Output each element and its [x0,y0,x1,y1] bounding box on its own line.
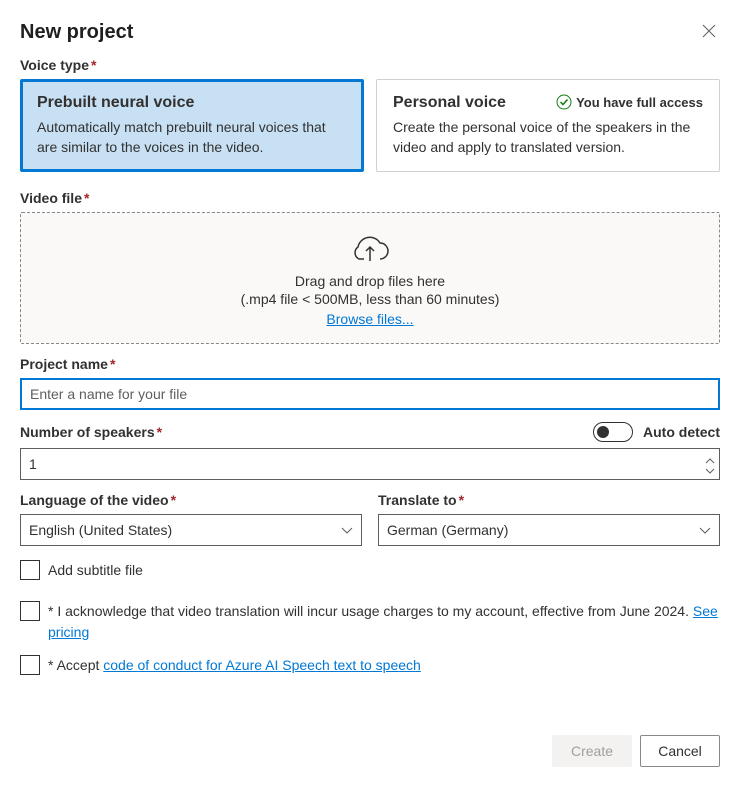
dropzone-subtext: (.mp4 file < 500MB, less than 60 minutes… [31,291,709,307]
project-name-section: Project name* [20,356,720,410]
required-marker: * [91,57,96,73]
close-icon [702,24,716,41]
toggle-knob [597,426,609,438]
translate-to-select[interactable]: German (Germany) [378,514,720,546]
dialog-header: New project [20,20,720,45]
code-of-conduct-link[interactable]: code of conduct for Azure AI Speech text… [103,657,421,673]
chevron-down-icon [705,462,715,477]
chevron-down-icon [341,522,353,538]
auto-detect-group: Auto detect [593,422,720,442]
required-marker: * [157,424,162,440]
subtitle-checkbox-row: Add subtitle file [20,560,720,581]
stepper-down-button[interactable] [705,464,715,474]
dialog-footer: Create Cancel [552,735,720,767]
required-marker: * [171,492,176,508]
acknowledge-checkbox-row: * I acknowledge that video translation w… [20,601,720,643]
cloud-upload-icon [31,233,709,265]
cancel-button[interactable]: Cancel [640,735,720,767]
accept-checkbox-label: * Accept code of conduct for Azure AI Sp… [48,655,421,676]
create-button[interactable]: Create [552,735,632,767]
acknowledge-checkbox-label: * I acknowledge that video translation w… [48,601,720,643]
translate-to-section: Translate to* German (Germany) [378,492,720,546]
language-of-video-value: English (United States) [29,522,172,538]
checkmark-circle-icon [556,94,572,110]
spinner-buttons [705,454,715,474]
language-of-video-select[interactable]: English (United States) [20,514,362,546]
browse-files-link[interactable]: Browse files... [326,311,413,327]
voice-card-prebuilt-title: Prebuilt neural voice [37,94,347,112]
voice-card-personal[interactable]: Personal voice You have full access Crea… [376,79,720,172]
access-badge: You have full access [556,94,703,110]
language-row: Language of the video* English (United S… [20,492,720,546]
file-dropzone[interactable]: Drag and drop files here (.mp4 file < 50… [20,212,720,344]
voice-type-label: Voice type* [20,57,720,73]
voice-card-personal-title: Personal voice [393,94,506,112]
translate-to-label: Translate to* [378,492,720,508]
voice-type-options: Prebuilt neural voice Automatically matc… [20,79,720,172]
subtitle-checkbox-label: Add subtitle file [48,560,143,581]
speakers-label: Number of speakers* [20,424,162,440]
translate-to-value: German (Germany) [387,522,508,538]
auto-detect-toggle[interactable] [593,422,633,442]
required-marker: * [459,492,464,508]
new-project-dialog: New project Voice type* Prebuilt neural … [0,0,740,787]
accept-checkbox[interactable] [20,655,40,675]
chevron-down-icon [699,522,711,538]
voice-card-prebuilt-desc: Automatically match prebuilt neural voic… [37,118,347,157]
subtitle-checkbox[interactable] [20,560,40,580]
dialog-title: New project [20,21,133,44]
required-marker: * [84,190,89,206]
dropzone-text: Drag and drop files here [31,273,709,289]
auto-detect-label: Auto detect [643,424,720,440]
acknowledge-checkbox[interactable] [20,601,40,621]
voice-card-personal-desc: Create the personal voice of the speaker… [393,118,703,157]
speakers-stepper[interactable]: 1 [20,448,720,480]
project-name-label: Project name* [20,356,720,372]
accept-checkbox-row: * Accept code of conduct for Azure AI Sp… [20,655,720,676]
required-marker: * [110,356,115,372]
voice-type-section: Voice type* Prebuilt neural voice Automa… [20,57,720,172]
voice-card-prebuilt[interactable]: Prebuilt neural voice Automatically matc… [20,79,364,172]
project-name-input[interactable] [20,378,720,410]
language-of-video-section: Language of the video* English (United S… [20,492,362,546]
close-button[interactable] [698,20,720,45]
video-file-section: Video file* Drag and drop files here (.m… [20,190,720,344]
speakers-value: 1 [29,456,37,472]
speakers-section: Number of speakers* Auto detect 1 [20,422,720,480]
language-of-video-label: Language of the video* [20,492,362,508]
video-file-label: Video file* [20,190,720,206]
